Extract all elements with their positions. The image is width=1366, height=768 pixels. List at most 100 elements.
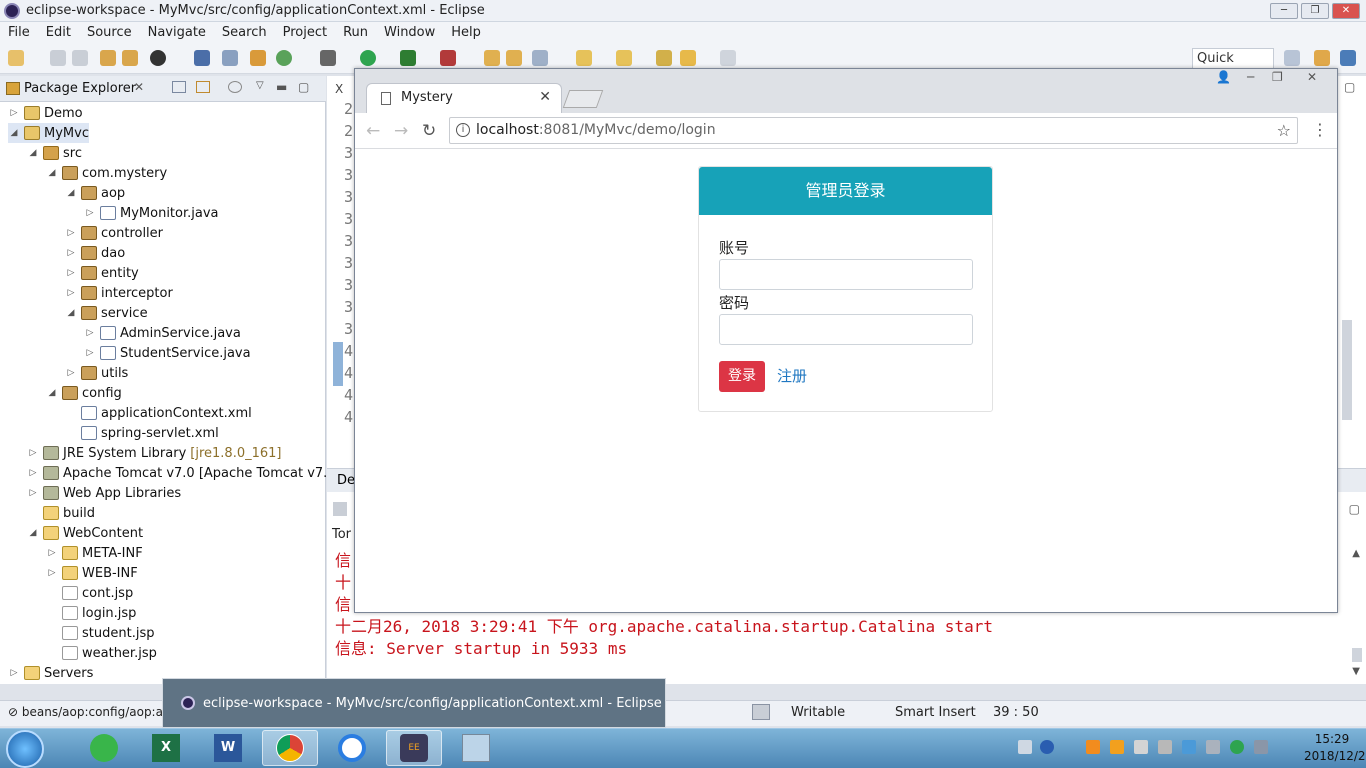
tree-item[interactable]: applicationContext.xml (65, 403, 252, 423)
menu-run[interactable]: Run (335, 25, 376, 40)
tree-item[interactable]: ▷ utils (65, 363, 129, 383)
collapsed-arrow-icon[interactable]: ▷ (27, 448, 39, 458)
tree-item[interactable]: weather.jsp (46, 643, 157, 663)
minimize-button[interactable]: ─ (1270, 3, 1298, 19)
tree-item[interactable]: spring-servlet.xml (65, 423, 219, 443)
expanded-arrow-icon[interactable]: ◢ (27, 528, 39, 538)
collapsed-arrow-icon[interactable]: ▷ (65, 268, 77, 278)
collapsed-arrow-icon[interactable]: ▷ (84, 208, 96, 218)
collapsed-arrow-icon[interactable]: ▷ (65, 248, 77, 258)
volume-icon[interactable] (1158, 740, 1172, 754)
tree-item[interactable]: cont.jsp (46, 583, 133, 603)
expanded-arrow-icon[interactable]: ◢ (8, 128, 20, 138)
close-tab-icon[interactable]: ✕ (539, 89, 551, 105)
tree-item[interactable]: ◢ MyMvc (8, 123, 89, 143)
focus-icon[interactable] (228, 81, 242, 93)
collapsed-arrow-icon[interactable]: ▷ (27, 488, 39, 498)
tree-item[interactable]: ▷ AdminService.java (84, 323, 241, 343)
publish-icon[interactable] (100, 50, 116, 66)
tree-item[interactable]: ▷ Web App Libraries (27, 483, 182, 503)
scroll-down-icon[interactable]: ▼ (1352, 666, 1360, 677)
collapsed-arrow-icon[interactable]: ▷ (8, 108, 20, 118)
server-icon[interactable] (122, 50, 138, 66)
minimize-view-icon[interactable]: ▬ (276, 80, 287, 94)
help-icon[interactable] (1040, 740, 1054, 754)
browser-minimize-button[interactable]: ─ (1247, 70, 1254, 84)
save-icon[interactable] (50, 50, 66, 66)
address-bar[interactable]: i localhost:8081/MyMvc/demo/login ☆ (449, 117, 1298, 144)
menu-file[interactable]: File (0, 25, 38, 40)
collapsed-arrow-icon[interactable]: ▷ (84, 348, 96, 358)
collapsed-arrow-icon[interactable]: ▷ (27, 468, 39, 478)
menu-source[interactable]: Source (79, 25, 140, 40)
open-perspective-icon[interactable] (1284, 50, 1300, 66)
tree-item[interactable]: ▷ MyMonitor.java (84, 203, 219, 223)
reload-icon[interactable]: ↻ (422, 121, 436, 141)
tree-item[interactable]: ▷ StudentService.java (84, 343, 251, 363)
collapsed-arrow-icon[interactable]: ▷ (46, 548, 58, 558)
tree-item[interactable]: ◢ com.mystery (46, 163, 168, 183)
tree-item[interactable]: ▷ Servers (8, 663, 94, 683)
external-tools-icon[interactable] (440, 50, 456, 66)
tree-item[interactable]: ◢ config (46, 383, 122, 403)
tree-item[interactable]: build (27, 503, 95, 523)
tree-item[interactable]: ▷ entity (65, 263, 139, 283)
info-icon[interactable]: i (456, 123, 470, 137)
maximize-view-icon[interactable]: ▢ (1349, 502, 1360, 516)
expanded-arrow-icon[interactable]: ◢ (46, 388, 58, 398)
account-input[interactable] (719, 259, 973, 290)
profile-icon[interactable] (150, 50, 166, 66)
collapsed-arrow-icon[interactable]: ▷ (84, 328, 96, 338)
browser-close-button[interactable]: ✕ (1307, 70, 1317, 84)
java-ee-perspective-icon[interactable] (1314, 50, 1330, 66)
browser-restore-button[interactable]: ❐ (1272, 70, 1283, 84)
deployment-tab[interactable]: De (337, 473, 355, 488)
next-annotation-icon[interactable] (576, 50, 592, 66)
last-edit-icon[interactable] (656, 50, 672, 66)
collapsed-arrow-icon[interactable]: ▷ (46, 568, 58, 578)
maximize-view-icon[interactable]: ▢ (298, 80, 309, 94)
tree-item[interactable]: ▷ JRE System Library [jre1.8.0_161] (27, 443, 282, 463)
tree-item[interactable]: ▷ controller (65, 223, 164, 243)
tree-item[interactable]: ◢ service (65, 303, 148, 323)
speaker-icon[interactable] (1206, 740, 1220, 754)
forward-icon[interactable] (720, 50, 736, 66)
bookmark-star-icon[interactable]: ☆ (1277, 121, 1291, 140)
link-editor-icon[interactable] (196, 81, 210, 93)
editor-tab-fragment[interactable]: X (335, 82, 343, 96)
collapsed-arrow-icon[interactable]: ▷ (65, 368, 77, 378)
new-package-icon[interactable] (250, 50, 266, 66)
tree-item[interactable]: ◢ src (27, 143, 82, 163)
expanded-arrow-icon[interactable]: ◢ (65, 188, 77, 198)
expanded-arrow-icon[interactable]: ◢ (46, 168, 58, 178)
view-menu-icon[interactable]: ▽ (256, 80, 264, 91)
run-icon[interactable] (360, 50, 376, 66)
vertical-scrollbar-thumb[interactable] (1342, 320, 1352, 420)
tree-item[interactable]: ▷ Apache Tomcat v7.0 [Apache Tomcat v7.0] (27, 463, 341, 483)
maximize-view-icon[interactable]: ▢ (1344, 80, 1355, 94)
tree-item[interactable]: ◢ aop (65, 183, 126, 203)
package-explorer-tab[interactable]: Package Explorer ✕ ▽ ▬ ▢ (0, 76, 326, 102)
new-tab-button[interactable] (562, 90, 604, 108)
network-icon[interactable] (1182, 740, 1196, 754)
collapsed-arrow-icon[interactable]: ▷ (65, 228, 77, 238)
profile-icon[interactable]: 👤 (1216, 70, 1231, 84)
login-button[interactable]: 登录 (719, 361, 765, 392)
browser-tab-mystery[interactable]: Mystery ✕ (366, 83, 562, 113)
quick-access-input[interactable]: Quick Access (1192, 48, 1274, 86)
skip-breakpoints-icon[interactable] (222, 50, 238, 66)
start-orb-icon[interactable] (6, 730, 44, 768)
debug-perspective-icon[interactable] (1340, 50, 1356, 66)
tree-item[interactable]: ◢ WebContent (27, 523, 144, 543)
tree-item[interactable]: ▷ interceptor (65, 283, 173, 303)
collapsed-arrow-icon[interactable]: ▷ (65, 288, 77, 298)
eclipse-icon[interactable]: EE (386, 730, 442, 766)
baidu-netdisk-icon[interactable] (324, 730, 380, 766)
security-icon[interactable] (1230, 740, 1244, 754)
close-button[interactable]: ✕ (1332, 3, 1360, 19)
expanded-arrow-icon[interactable]: ◢ (27, 148, 39, 158)
word-icon[interactable]: W (200, 730, 256, 766)
close-icon[interactable]: ✕ (134, 80, 144, 94)
scroll-up-icon[interactable]: ▲ (1352, 548, 1360, 559)
back-icon[interactable] (680, 50, 696, 66)
